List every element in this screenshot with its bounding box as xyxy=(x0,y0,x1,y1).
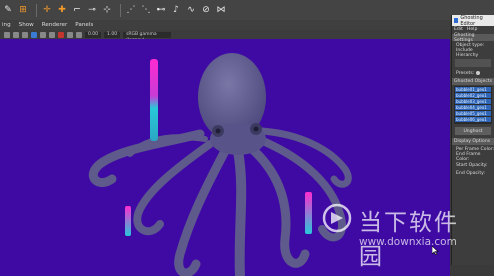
section-ghosted-objects[interactable]: Ghosted Objects xyxy=(452,78,494,85)
move-tool-icon[interactable]: ✛ xyxy=(41,4,53,16)
keyframe-tool-icon[interactable]: ⋰ xyxy=(125,4,137,16)
universal-tool-icon[interactable]: ⊹ xyxy=(101,4,113,16)
section-display-options[interactable]: Display Options xyxy=(452,138,494,145)
ik-handle-icon[interactable]: ⊷ xyxy=(155,4,167,16)
ghost-trail-3 xyxy=(305,192,312,234)
menu-panels[interactable]: Panels xyxy=(75,22,93,28)
set-key-icon[interactable]: ⊘ xyxy=(200,4,212,16)
ghost-trail-1 xyxy=(150,59,158,141)
divider xyxy=(36,3,37,17)
xray-icon[interactable] xyxy=(58,31,64,38)
menu-renderer[interactable]: Renderer xyxy=(42,22,68,28)
grid-icon[interactable] xyxy=(76,31,82,38)
viewport-toolbar: 0.00 1.00 sRGB gamma (legacy) xyxy=(0,30,450,43)
presets-label: Presets: xyxy=(456,70,475,76)
gamma-field[interactable]: 1.00 xyxy=(104,31,121,38)
list-item[interactable]: bubble05_geo1 xyxy=(455,111,491,116)
isolate-icon[interactable] xyxy=(67,31,73,38)
smooth-shade-icon[interactable] xyxy=(22,31,28,38)
shelf-toolbar: ✎ ⊞ ✛ ✚ ⌐ ⊸ ⊹ ⋰ ⋱ ⊷ ♪ ∿ ⊘ ⋈ xyxy=(0,0,494,20)
wireframe-icon[interactable] xyxy=(13,31,19,38)
maya-window: ✎ ⊞ ✛ ✚ ⌐ ⊸ ⊹ ⋰ ⋱ ⊷ ♪ ∿ ⊘ ⋈ ing Show Ren… xyxy=(0,0,494,276)
panel-title: Ghosting Editor xyxy=(460,15,483,27)
constraint-icon[interactable]: ⋈ xyxy=(215,4,227,16)
exposure-field[interactable]: 0.00 xyxy=(85,31,102,38)
list-item[interactable]: bubble01_geo1 xyxy=(455,87,491,92)
breakdown-tool-icon[interactable]: ⋱ xyxy=(140,4,152,16)
menu-help[interactable]: Help xyxy=(467,27,477,32)
ghost-type-dropdown[interactable] xyxy=(455,59,491,67)
watermark: 当下软件园 www.downxia.com xyxy=(322,203,472,270)
rotate-tool-icon[interactable]: ✚ xyxy=(56,4,68,16)
lighting-icon[interactable] xyxy=(40,31,46,38)
motion-trail-icon[interactable]: ∿ xyxy=(185,4,197,16)
watermark-url: www.downxia.com xyxy=(359,236,457,248)
start-opacity-label: Start Opacity: xyxy=(456,162,488,168)
watermark-logo-icon xyxy=(322,203,352,233)
include-hierarchy-label[interactable]: Include Hierarchy xyxy=(452,48,494,58)
end-opacity-label: End Opacity: xyxy=(456,170,486,176)
unghost-button[interactable]: Unghost xyxy=(455,127,491,135)
presets-row: Presets: xyxy=(452,69,494,77)
ghosted-objects-list: bubble01_geo1 bubble02_geo1 bubble03_geo… xyxy=(454,86,492,124)
end-frame-color-label: End Frame Color: xyxy=(456,152,481,162)
panel-title-bar: Ghosting Editor xyxy=(452,15,494,27)
menu-edit[interactable]: Edit xyxy=(454,27,463,32)
color-space-dropdown[interactable]: sRGB gamma (legacy) xyxy=(123,31,172,43)
snap-icon[interactable]: ⊞ xyxy=(17,4,29,16)
camera-icon[interactable] xyxy=(4,31,10,38)
preset-radio[interactable] xyxy=(476,71,481,75)
list-item[interactable]: bubble04_geo1 xyxy=(455,105,491,110)
list-item[interactable]: bubble02_geo1 xyxy=(455,93,491,98)
list-item[interactable]: bubble06_geo1 xyxy=(455,117,491,122)
viewport-menubar: ing Show Renderer Panels xyxy=(0,20,450,30)
list-item[interactable]: bubble03_geo1 xyxy=(455,99,491,104)
ghost-editor-icon xyxy=(454,18,459,23)
mouse-cursor-icon xyxy=(432,246,439,255)
menu-shading[interactable]: ing xyxy=(2,22,11,28)
scale-tool-icon[interactable]: ⌐ xyxy=(71,4,83,16)
curve-tool-icon[interactable]: ⊸ xyxy=(86,4,98,16)
paint-select-icon[interactable]: ✎ xyxy=(2,4,14,16)
ghost-trail-2 xyxy=(125,206,131,236)
divider xyxy=(120,3,121,17)
section-ghosting-settings[interactable]: Ghosting Settings xyxy=(452,33,494,43)
menu-show[interactable]: Show xyxy=(19,22,34,28)
ghost-tool-icon[interactable]: ♪ xyxy=(170,4,182,16)
shadows-icon[interactable] xyxy=(49,31,55,38)
textured-icon[interactable] xyxy=(31,31,37,38)
